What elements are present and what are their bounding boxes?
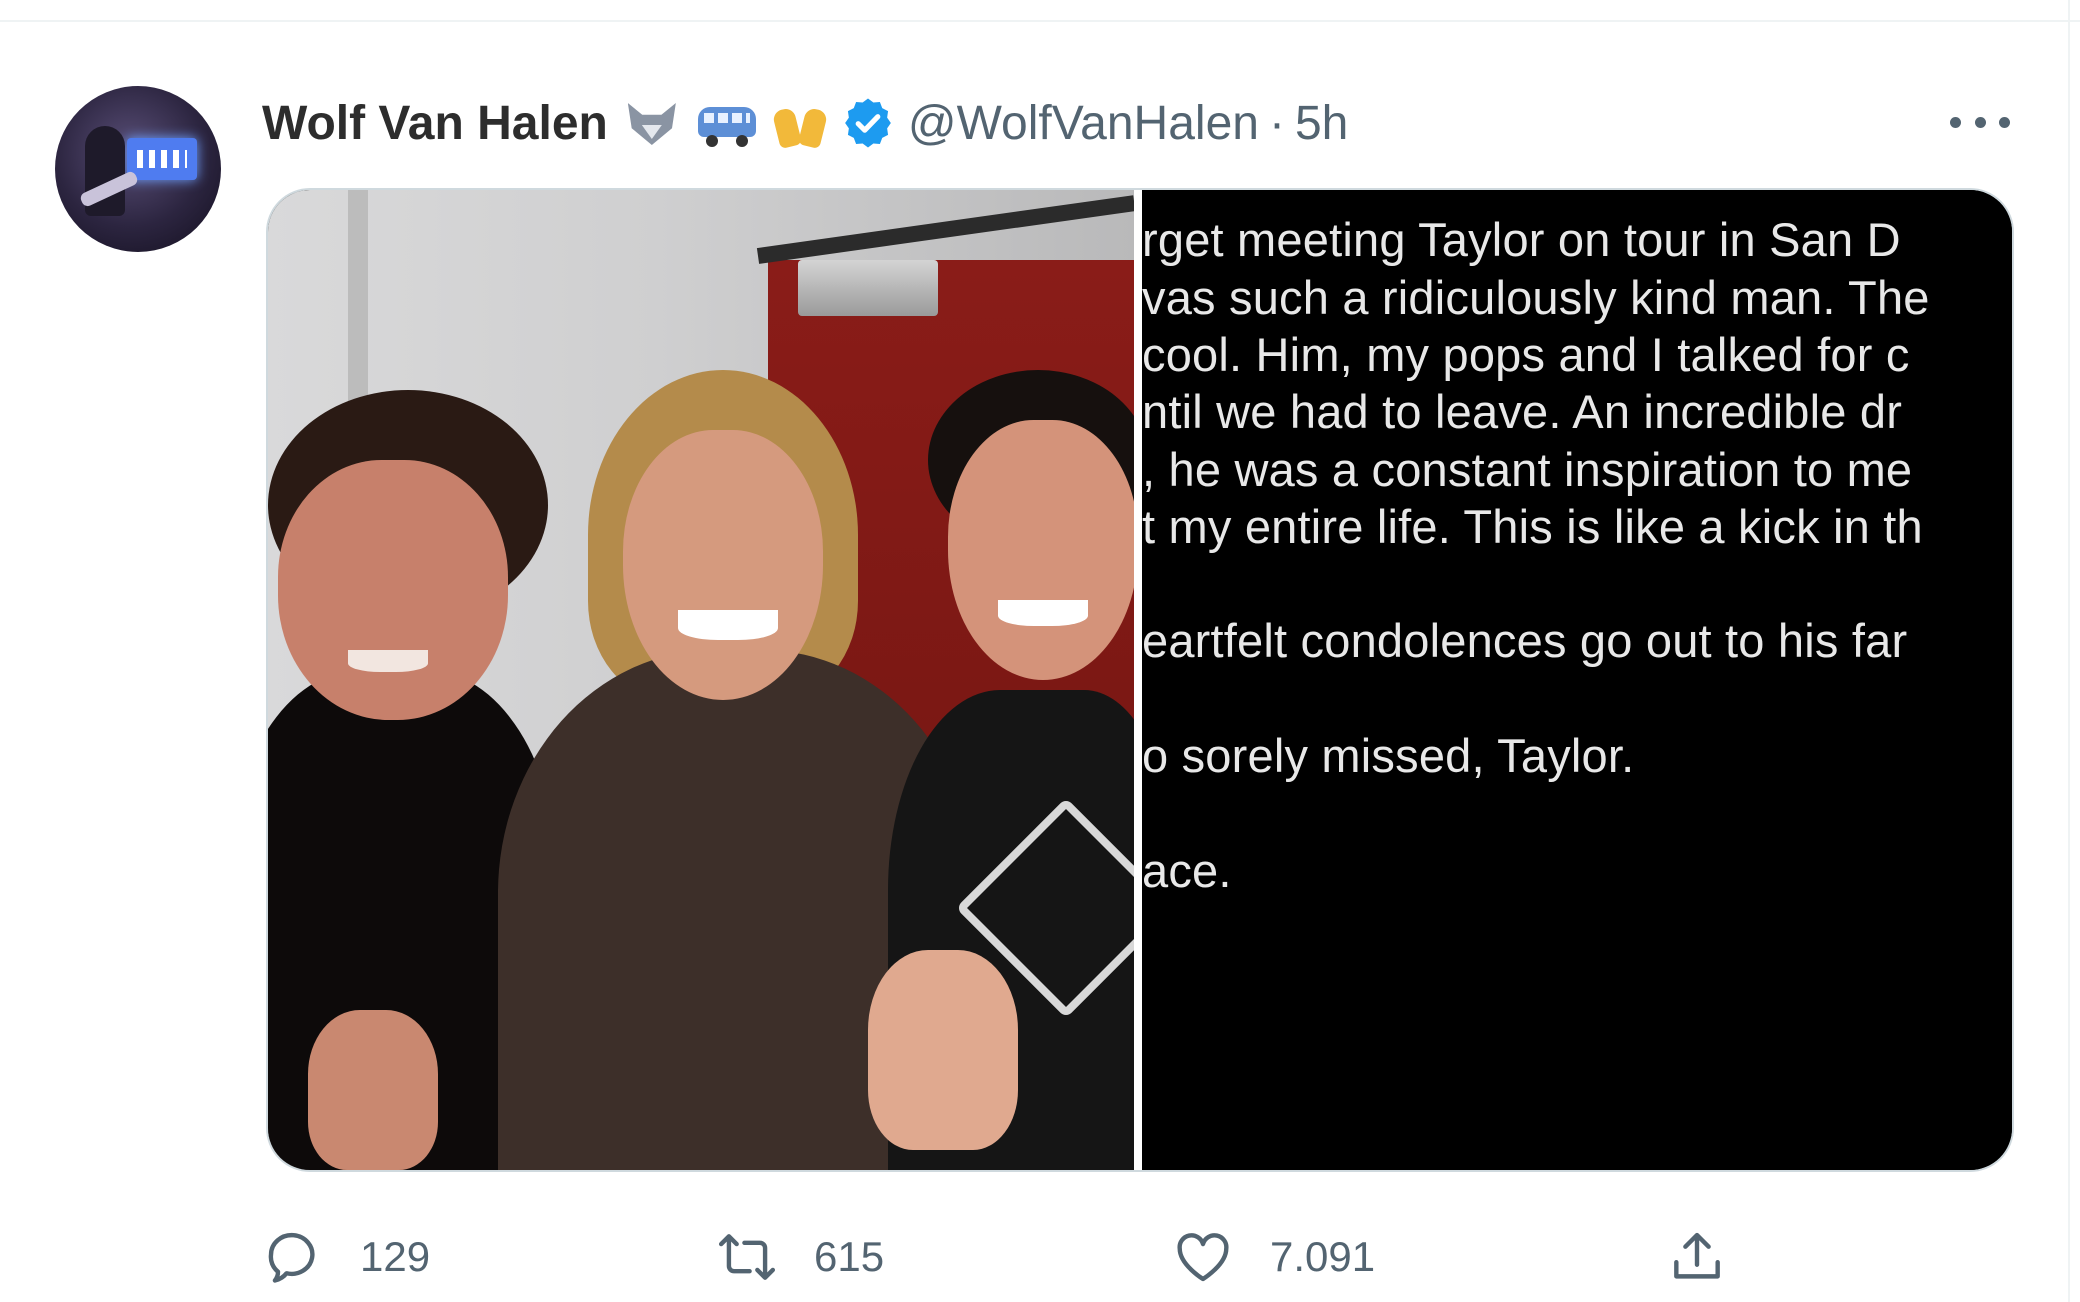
text-line: rget meeting Taylor on tour in San D xyxy=(1142,213,1901,266)
text-line: t my entire life. This is like a kick in… xyxy=(1142,500,1923,553)
tweet-media[interactable]: rget meeting Taylor on tour in San D vas… xyxy=(266,188,2014,1172)
right-divider xyxy=(2068,0,2070,1302)
media-text-image[interactable]: rget meeting Taylor on tour in San D vas… xyxy=(1142,190,2012,1170)
text-line: eartfelt condolences go out to his far xyxy=(1142,614,1908,667)
display-name[interactable]: Wolf Van Halen xyxy=(262,96,608,151)
like-count: 7.091 xyxy=(1270,1233,1376,1280)
share-icon xyxy=(1674,1232,1720,1279)
reply-count: 129 xyxy=(360,1233,431,1280)
tweet-actions: 129 615 7.091 xyxy=(262,1222,2062,1292)
tweet-header: Wolf Van Halen @WolfVanHalen · 5h xyxy=(262,88,1348,158)
text-line: , he was a constant inspiration to me xyxy=(1142,443,1913,496)
retweet-count: 615 xyxy=(814,1233,885,1280)
text-line: o sorely missed, Taylor. xyxy=(1142,729,1635,782)
retweet-icon xyxy=(718,1234,776,1280)
reply-button[interactable]: 129 xyxy=(262,1222,430,1292)
user-handle[interactable]: @WolfVanHalen xyxy=(908,96,1259,151)
text-line: vas such a ridiculously kind man. The xyxy=(1142,271,1930,324)
share-button[interactable] xyxy=(1666,1222,1728,1292)
raising-hands-icon xyxy=(770,95,830,151)
avatar-screen xyxy=(127,138,197,180)
like-button[interactable]: 7.091 xyxy=(1172,1222,1375,1292)
reply-icon xyxy=(268,1232,315,1283)
separator-dot: · xyxy=(1268,96,1285,150)
text-line: cool. Him, my pops and I talked for c xyxy=(1142,328,1910,381)
text-line: ace. xyxy=(1142,844,1232,897)
more-options-icon[interactable] xyxy=(1950,110,2010,134)
heart-icon xyxy=(1177,1233,1229,1282)
verified-badge-icon xyxy=(844,98,891,148)
media-photo[interactable] xyxy=(268,190,1134,1170)
tweet-timestamp[interactable]: 5h xyxy=(1295,96,1348,151)
wolf-icon xyxy=(622,95,682,151)
tweet[interactable]: Wolf Van Halen @WolfVanHalen · 5h rget m… xyxy=(0,22,2068,1302)
avatar[interactable] xyxy=(55,86,221,252)
media-divider xyxy=(1134,190,1142,1170)
retweet-button[interactable]: 615 xyxy=(716,1222,884,1292)
van-icon xyxy=(696,95,756,151)
text-line: ntil we had to leave. An incredible dr xyxy=(1142,385,1903,438)
